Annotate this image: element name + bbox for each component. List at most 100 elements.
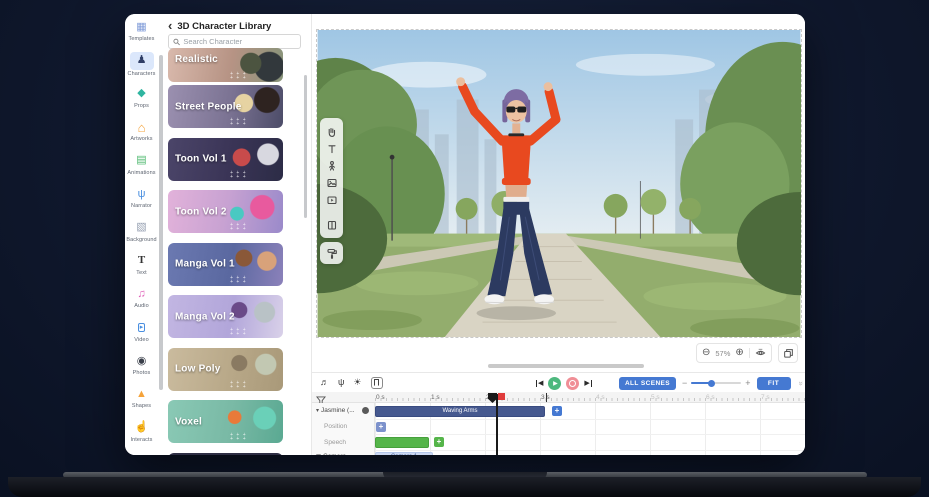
clip-waving-arms[interactable]: Waving Arms xyxy=(375,406,545,417)
card-manga-vol-2[interactable]: Manga Vol 2 + + ++ + + xyxy=(168,295,283,338)
canvas-toolbar xyxy=(320,118,343,238)
sidebar-item-label: Props xyxy=(134,103,149,109)
clip-speech[interactable] xyxy=(375,437,429,448)
sidebar-item-text[interactable]: T Text xyxy=(125,248,158,281)
playhead-flag[interactable] xyxy=(498,393,505,400)
play-button[interactable]: ▶ xyxy=(548,377,561,390)
card-toon-vol-1[interactable]: Toon Vol 1 + + ++ + + xyxy=(168,138,283,181)
sidebar-item-audio[interactable]: ♫ Audio xyxy=(125,281,158,314)
timeline: ♬ ψ ☀ ◀ ▶ ▶ ALL SCENES − xyxy=(312,372,805,455)
microphone-icon[interactable]: ψ xyxy=(338,378,344,387)
interacts-icon: ☝ xyxy=(132,420,152,436)
card-street-people[interactable]: Street People + + ++ + + xyxy=(168,85,283,128)
add-position-button[interactable]: + xyxy=(376,422,386,432)
app-window: ▦ Templates ♟ Characters ◆ Props ⌂ Artwo… xyxy=(125,14,805,455)
slider-minus-button[interactable]: − xyxy=(682,379,687,388)
sidebar-item-label: Shapes xyxy=(132,403,151,409)
sidebar-item-templates[interactable]: ▦ Templates xyxy=(125,14,158,47)
sidebar-item-shapes[interactable]: ▲ Shapes xyxy=(125,381,158,414)
skip-to-end-button[interactable]: ▶ xyxy=(584,380,591,387)
sidebar-item-artworks[interactable]: ⌂ Artworks xyxy=(125,114,158,147)
skip-to-start-button[interactable]: ◀ xyxy=(536,380,543,387)
add-speech-button[interactable]: + xyxy=(434,437,444,447)
scene-canvas[interactable] xyxy=(316,29,802,338)
sidebar-item-narrator[interactable]: ψ Narrator xyxy=(125,181,158,214)
record-button[interactable] xyxy=(566,377,579,390)
playhead[interactable] xyxy=(496,394,498,455)
timeline-ruler[interactable]: 0 s 1 s 2 s 3 s 4 s 5 s 6 s 7 s xyxy=(312,392,805,403)
narrator-icon: ψ xyxy=(132,186,152,202)
paint-roller-tool[interactable] xyxy=(320,242,343,264)
ruler-label: 1 s xyxy=(431,394,440,401)
video-tool[interactable] xyxy=(323,191,340,208)
track-header-position[interactable]: Position xyxy=(324,423,347,430)
sidebar-item-label: Animations xyxy=(127,170,155,176)
track-header-speech[interactable]: Speech xyxy=(324,439,346,446)
library-scrollbar[interactable] xyxy=(304,75,308,218)
sidebar-item-interacts[interactable]: ☝ Interacts xyxy=(125,415,158,448)
bookmark-button[interactable] xyxy=(371,377,383,389)
card-realistic[interactable]: Realistic + + ++ + + xyxy=(168,48,283,82)
sidebar-item-label: Photos xyxy=(133,370,151,376)
slider-plus-button[interactable]: + xyxy=(745,379,750,388)
chevron-down-icon: ▾ xyxy=(316,407,319,414)
sidebar-item-label: Text xyxy=(136,270,147,276)
card-sparkles: + + ++ + + xyxy=(230,433,247,441)
sidebar-item-props[interactable]: ◆ Props xyxy=(125,81,158,114)
artworks-icon: ⌂ xyxy=(132,119,152,135)
card-toon-vol-2[interactable]: Toon Vol 2 + + ++ + + xyxy=(168,190,283,233)
character-rig-tool[interactable] xyxy=(323,157,340,174)
canvas-hscrollbar[interactable] xyxy=(488,364,644,368)
sidebar-item-label: Characters xyxy=(128,71,156,77)
sidebar-item-animations[interactable]: ▤ Animations xyxy=(125,148,158,181)
transport-controls: ◀ ▶ ▶ xyxy=(536,373,592,393)
all-scenes-button[interactable]: ALL SCENES xyxy=(619,377,676,390)
card-low-poly[interactable]: Low Poly + + ++ + + xyxy=(168,348,283,391)
duplicate-scene-button[interactable] xyxy=(778,343,798,363)
canvas-zone: ⊖ 57% ⊕ xyxy=(312,14,805,372)
sidebar-item-photos[interactable]: ◉ Photos xyxy=(125,348,158,381)
hide-ui-eye-icon[interactable] xyxy=(755,344,766,362)
audio-icon: ♫ xyxy=(132,286,152,302)
laptop-screen: ▦ Templates ♟ Characters ◆ Props ⌂ Artwo… xyxy=(0,0,929,497)
sidebar-item-label: Narrator xyxy=(131,203,152,209)
effects-sun-icon[interactable]: ☀ xyxy=(353,378,361,387)
card-manga-vol-1[interactable]: Manga Vol 1 + + ++ + + xyxy=(168,243,283,286)
sidebar-item-label: Audio xyxy=(134,303,149,309)
hand-tool[interactable] xyxy=(323,123,340,140)
card-voxel[interactable]: Voxel + + ++ + + xyxy=(168,400,283,443)
background-icon: ▧ xyxy=(132,220,152,236)
slider-track[interactable] xyxy=(691,382,741,384)
track-header-camera[interactable]: Camera xyxy=(316,453,346,455)
park-scene-image xyxy=(317,30,801,337)
ruler-cursor-marker xyxy=(546,393,547,402)
timeline-zoom-slider: − + xyxy=(682,379,751,388)
zoom-in-icon[interactable]: ⊕ xyxy=(735,348,743,358)
track-header-jasmine[interactable]: ▾ Jasmine (... xyxy=(316,407,355,414)
slider-thumb[interactable] xyxy=(708,380,715,387)
card-sparkles: + + ++ + + xyxy=(230,276,247,284)
sidebar-item-label: Interacts xyxy=(131,437,153,443)
add-audio-icon[interactable]: ♬ xyxy=(320,378,329,387)
image-tool[interactable] xyxy=(323,174,340,191)
sidebar-item-background[interactable]: ▧ Background xyxy=(125,214,158,247)
track-avatar[interactable] xyxy=(362,407,369,414)
characters-icon: ♟ xyxy=(130,52,154,70)
sidebar-item-label: Background xyxy=(126,237,156,243)
clip-camera-1[interactable]: Camera 1 xyxy=(375,452,433,456)
sidebar-item-video[interactable]: ▸ Video xyxy=(125,315,158,348)
sidebar-item-characters[interactable]: ♟ Characters xyxy=(125,47,158,80)
card-partial[interactable] xyxy=(168,453,283,455)
zoom-out-icon[interactable]: ⊖ xyxy=(702,348,710,358)
fit-button[interactable]: FIT xyxy=(757,377,791,390)
zoom-controls: ⊖ 57% ⊕ xyxy=(696,343,772,363)
main-area: ⊖ 57% ⊕ ♬ ψ ☀ xyxy=(311,14,805,455)
collapse-chevron-icon[interactable]: » xyxy=(796,381,805,385)
add-animation-button[interactable]: + xyxy=(552,406,562,416)
card-sparkles: + + ++ + + xyxy=(230,171,247,179)
layout-tool[interactable] xyxy=(323,216,340,233)
record-icon xyxy=(569,380,576,387)
animations-icon: ▤ xyxy=(132,153,152,169)
text-tool[interactable] xyxy=(323,140,340,157)
card-title: Voxel xyxy=(175,416,202,427)
